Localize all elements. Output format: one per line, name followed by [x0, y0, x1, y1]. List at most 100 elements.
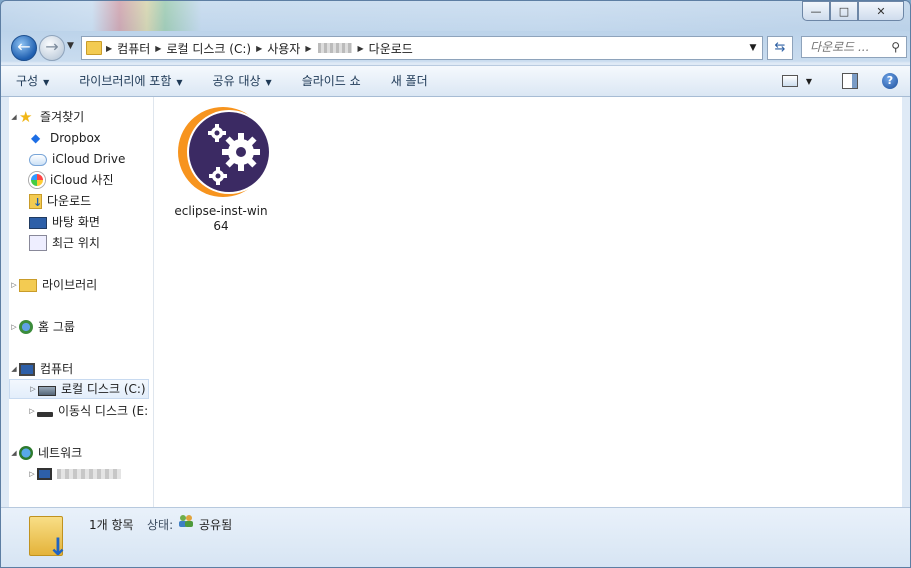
nav-label: 이동식 디스크 (E:	[58, 404, 149, 418]
network-computer-icon	[37, 468, 52, 480]
nav-label: iCloud 사진	[50, 173, 114, 187]
expand-arrow-icon[interactable]: ◢	[9, 443, 19, 463]
file-name: eclipse-inst-win64	[174, 204, 268, 233]
recent-places-icon	[29, 235, 47, 251]
arrow-right-icon: →	[45, 37, 59, 56]
nav-label: 로컬 디스크 (C:)	[61, 382, 146, 396]
share-with-button[interactable]: 공유 대상 ▼	[198, 66, 287, 96]
nav-label: 네트워크	[38, 446, 83, 460]
nav-favorites[interactable]: ◢ ★ 즐겨찾기	[9, 107, 84, 127]
redacted-pc-name	[57, 469, 121, 479]
back-button[interactable]: ←	[11, 35, 37, 61]
search-box[interactable]: ⚲	[801, 36, 907, 58]
hard-drive-icon	[38, 386, 56, 396]
file-item[interactable]: eclipse-inst-win64	[168, 105, 274, 234]
address-bar[interactable]: ▶ 컴퓨터 ▶ 로컬 디스크 (C:) ▶ 사용자 ▶ ▶ 다운로드 ▼	[81, 36, 763, 60]
nav-icloud-photos[interactable]: iCloud 사진	[29, 170, 114, 190]
help-button[interactable]: ?	[882, 73, 898, 89]
libraries-icon	[19, 278, 37, 292]
slideshow-button[interactable]: 슬라이드 쇼	[287, 66, 376, 96]
search-icon: ⚲	[891, 40, 900, 54]
explorer-window: — □ ✕ ← → ▼ ▶ 컴퓨터 ▶ 로컬 디스크 (C:) ▶ 사용자 ▶ …	[0, 0, 911, 568]
icloud-drive-icon	[29, 154, 47, 166]
nav-network-pc[interactable]: ▷	[27, 464, 121, 484]
item-count: 1개 항목	[89, 518, 134, 532]
breadcrumb-computer[interactable]: 컴퓨터	[112, 40, 155, 57]
usb-drive-icon	[37, 411, 53, 417]
nav-label: 다운로드	[47, 194, 92, 208]
nav-icloud-drive[interactable]: iCloud Drive	[29, 149, 125, 169]
nav-network[interactable]: ◢ 네트워크	[9, 443, 82, 463]
chevron-down-icon: ▼	[43, 78, 50, 87]
state-label: 상태:	[147, 518, 174, 532]
nav-label: 라이브러리	[42, 278, 98, 292]
computer-icon	[19, 362, 35, 376]
folder-icon	[86, 41, 102, 55]
nav-label: 홈 그룹	[38, 320, 75, 334]
title-bar	[1, 1, 910, 31]
homegroup-icon	[19, 320, 33, 334]
nav-label: 컴퓨터	[40, 362, 74, 376]
navigation-pane[interactable]: ◢ ★ 즐겨찾기 Dropbox iCloud Drive iCloud 사진 …	[9, 97, 154, 507]
nav-homegroup[interactable]: ▷ 홈 그룹	[9, 317, 75, 337]
network-icon	[19, 446, 33, 460]
organize-label: 구성	[16, 74, 39, 88]
downloads-folder-icon	[29, 516, 68, 561]
maximize-button[interactable]: □	[830, 1, 858, 21]
new-folder-button[interactable]: 새 폴더	[376, 66, 443, 96]
downloads-folder-icon	[29, 193, 42, 213]
caption-buttons: — □ ✕	[802, 1, 904, 21]
close-button[interactable]: ✕	[858, 1, 904, 21]
include-library-button[interactable]: 라이브러리에 포함 ▼	[64, 66, 197, 96]
file-list[interactable]: eclipse-inst-win64	[154, 97, 902, 507]
address-dropdown[interactable]: ▼	[744, 43, 762, 53]
nav-downloads[interactable]: 다운로드	[29, 191, 92, 213]
nav-dropbox[interactable]: Dropbox	[29, 128, 101, 148]
chevron-down-icon: ▼	[67, 41, 74, 51]
breadcrumb-local-disk[interactable]: 로컬 디스크 (C:)	[161, 40, 256, 57]
share-with-label: 공유 대상	[212, 74, 261, 88]
breadcrumb-downloads[interactable]: 다운로드	[364, 40, 418, 57]
change-view-icon[interactable]	[781, 75, 798, 87]
preview-pane-icon[interactable]	[842, 73, 858, 89]
eclipse-installer-icon	[178, 107, 271, 197]
expand-arrow-icon[interactable]: ▷	[9, 275, 19, 295]
organize-button[interactable]: 구성 ▼	[1, 66, 64, 96]
state-value: 공유됨	[199, 518, 233, 532]
nav-label: 최근 위치	[52, 236, 100, 250]
expand-arrow-icon[interactable]: ▷	[27, 464, 37, 484]
expand-arrow-icon[interactable]: ▷	[28, 379, 38, 399]
nav-label: Dropbox	[50, 131, 101, 145]
chevron-down-icon[interactable]: ▼	[806, 77, 812, 86]
nav-computer[interactable]: ◢ 컴퓨터	[9, 359, 73, 379]
dropbox-icon	[29, 128, 45, 148]
command-bar: 구성 ▼ 라이브러리에 포함 ▼ 공유 대상 ▼ 슬라이드 쇼 새 폴더 ▼ ?	[1, 65, 910, 97]
minimize-button[interactable]: —	[802, 1, 830, 21]
expand-arrow-icon[interactable]: ▷	[9, 317, 19, 337]
desktop-icon	[29, 217, 47, 229]
nav-label: 바탕 화면	[52, 215, 100, 229]
breadcrumb-users[interactable]: 사용자	[262, 40, 305, 57]
view-controls: ▼ ?	[781, 73, 910, 89]
search-input[interactable]	[808, 39, 884, 55]
expand-arrow-icon[interactable]: ◢	[9, 107, 19, 127]
nav-removable-disk[interactable]: ▷ 이동식 디스크 (E:	[27, 401, 148, 421]
nav-local-disk[interactable]: ▷ 로컬 디스크 (C:)	[9, 379, 149, 399]
refresh-button[interactable]: ⇆	[767, 36, 793, 60]
expand-arrow-icon[interactable]: ◢	[9, 359, 19, 379]
include-library-label: 라이브러리에 포함	[79, 74, 172, 88]
chevron-down-icon: ▼	[265, 78, 272, 87]
breadcrumb-username-redacted[interactable]	[317, 43, 352, 53]
nav-recent-places[interactable]: 최근 위치	[29, 233, 100, 253]
recent-pages-dropdown[interactable]: ▼	[67, 41, 74, 51]
breadcrumb-separator[interactable]: ▶	[305, 44, 311, 53]
nav-libraries[interactable]: ▷ 라이브러리	[9, 275, 97, 295]
nav-label: iCloud Drive	[52, 152, 126, 166]
address-row: ← → ▼ ▶ 컴퓨터 ▶ 로컬 디스크 (C:) ▶ 사용자 ▶ ▶ 다운로드…	[7, 33, 907, 61]
expand-arrow-icon[interactable]: ▷	[27, 401, 37, 421]
forward-button[interactable]: →	[39, 35, 65, 61]
chevron-down-icon: ▼	[176, 78, 183, 87]
nav-desktop[interactable]: 바탕 화면	[29, 212, 100, 232]
icloud-photos-icon	[29, 172, 45, 188]
refresh-icon: ⇆	[774, 40, 786, 55]
